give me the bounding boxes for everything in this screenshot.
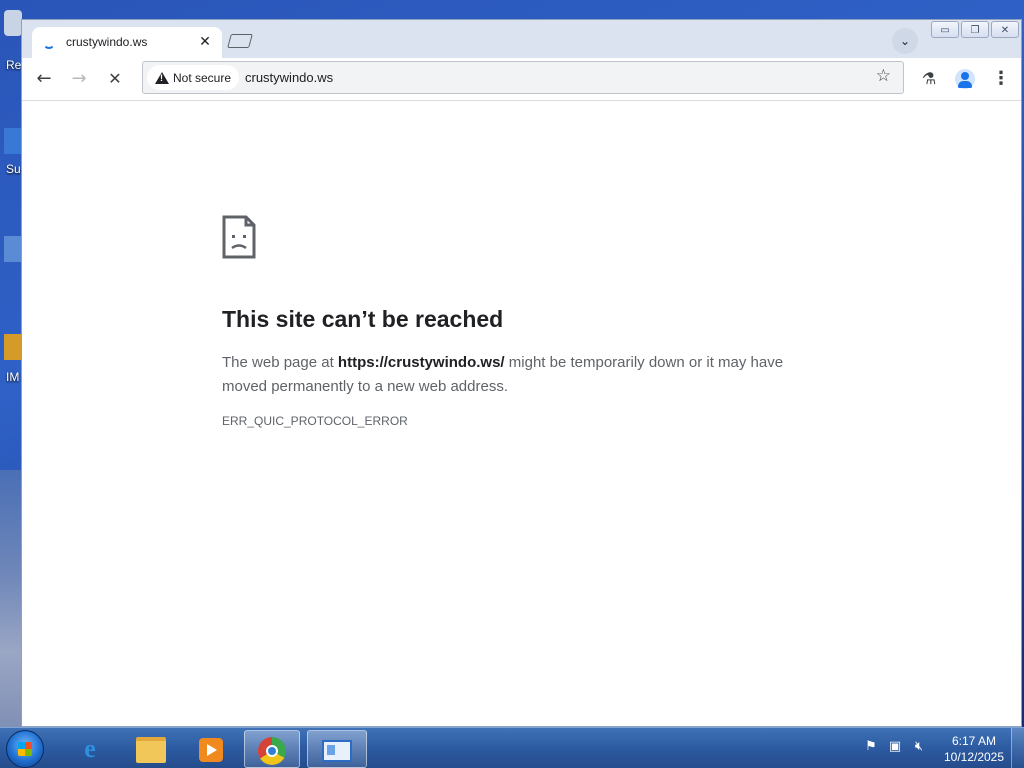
url-text[interactable]: crustywindo.ws [245, 70, 333, 85]
new-tab-button[interactable] [227, 34, 253, 48]
security-chip-label: Not secure [173, 70, 232, 85]
volume-muted-icon[interactable]: 🔇︎ [910, 738, 928, 756]
card-icon [322, 739, 352, 762]
taskbar-app-internet-explorer[interactable]: e [62, 730, 118, 768]
error-code[interactable]: ERR_QUIC_PROTOCOL_ERROR [222, 414, 408, 428]
desktop-icon-app[interactable]: IM [0, 334, 22, 384]
chevron-down-icon[interactable]: ⌄ [892, 28, 918, 54]
forward-icon[interactable]: → [65, 65, 93, 93]
show-desktop-button[interactable] [1011, 728, 1024, 768]
desktop-icon-label: IM [6, 370, 20, 384]
folder-icon [136, 736, 166, 763]
start-button[interactable] [6, 730, 44, 768]
app-icon [4, 128, 22, 154]
close-window-button[interactable]: ✕ [991, 21, 1019, 38]
recycle-bin-icon [4, 10, 22, 36]
app-icon [4, 334, 22, 360]
clock[interactable]: 6:17 AM 10/12/2025 [940, 733, 1008, 765]
desktop-icon-recycle-bin[interactable]: Re [0, 10, 22, 72]
browser-window: crustywindo.ws ✕ ⌄ ▭ ❐ ✕ ← → ✕ Not secur… [21, 19, 1022, 727]
address-bar[interactable]: Not secure crustywindo.ws ☆ [142, 61, 904, 94]
window-controls: ▭ ❐ ✕ [929, 21, 1019, 39]
maximize-button[interactable]: ❐ [961, 21, 989, 38]
ie-icon: e [84, 734, 96, 763]
media-player-icon [199, 737, 223, 762]
windows-logo-icon [18, 742, 32, 756]
clock-time: 6:17 AM [951, 734, 997, 748]
star-icon[interactable]: ☆ [876, 66, 891, 86]
taskbar-app-chrome[interactable] [244, 730, 300, 768]
tab-strip: crustywindo.ws ✕ ⌄ ▭ ❐ ✕ [22, 20, 1021, 58]
flag-icon[interactable]: ⚑ [862, 738, 880, 756]
desktop-icon-app[interactable]: Su [0, 128, 22, 176]
taskbar-app-media-player[interactable] [183, 730, 239, 768]
taskbar-app-file-explorer[interactable] [123, 730, 179, 768]
desktop: Re Su IM crustywindo.ws ✕ ⌄ ▭ ❐ ✕ ← → ✕ … [0, 0, 1024, 768]
sad-page-icon [222, 215, 256, 259]
error-title: This site can’t be reached [222, 306, 504, 332]
menu-icon[interactable]: ⋮ [987, 65, 1015, 93]
desktop-icon-label: Su [6, 162, 21, 176]
page-content: This site can’t be reached The web page … [22, 101, 1021, 726]
error-message-prefix: The web page at [222, 354, 338, 371]
warning-icon [155, 71, 169, 84]
taskbar-app-control-panel[interactable] [307, 730, 367, 768]
close-tab-icon[interactable]: ✕ [196, 33, 214, 51]
error-message: The web page at https://crustywindo.ws/ … [222, 351, 812, 399]
tab-crustywindo[interactable]: crustywindo.ws ✕ [32, 27, 222, 58]
desktop-icon-label: Re [6, 58, 22, 72]
minimize-button[interactable]: ▭ [931, 21, 959, 38]
desktop-icon-app[interactable] [0, 236, 22, 262]
taskbar: e ⚑ ▣ 🔇︎ 6:17 AM 10/12/2025 [0, 727, 1024, 768]
labs-icon[interactable]: ⚗ [915, 65, 943, 93]
app-icon [4, 236, 22, 262]
tab-title: crustywindo.ws [66, 35, 148, 49]
error-message-url: https://crustywindo.ws/ [337, 354, 505, 371]
loading-spinner-icon [43, 37, 55, 49]
stop-icon[interactable]: ✕ [101, 65, 129, 93]
browser-toolbar: ← → ✕ Not secure crustywindo.ws ☆ ⚗ ⋮ [22, 58, 1021, 101]
network-icon[interactable]: ▣ [886, 738, 904, 756]
security-chip[interactable]: Not secure [147, 65, 240, 90]
profile-icon[interactable] [951, 65, 979, 93]
chrome-icon [258, 736, 286, 765]
clock-date: 10/12/2025 [943, 750, 1005, 764]
system-tray: ⚑ ▣ 🔇︎ [862, 738, 928, 760]
back-icon[interactable]: ← [30, 65, 58, 93]
